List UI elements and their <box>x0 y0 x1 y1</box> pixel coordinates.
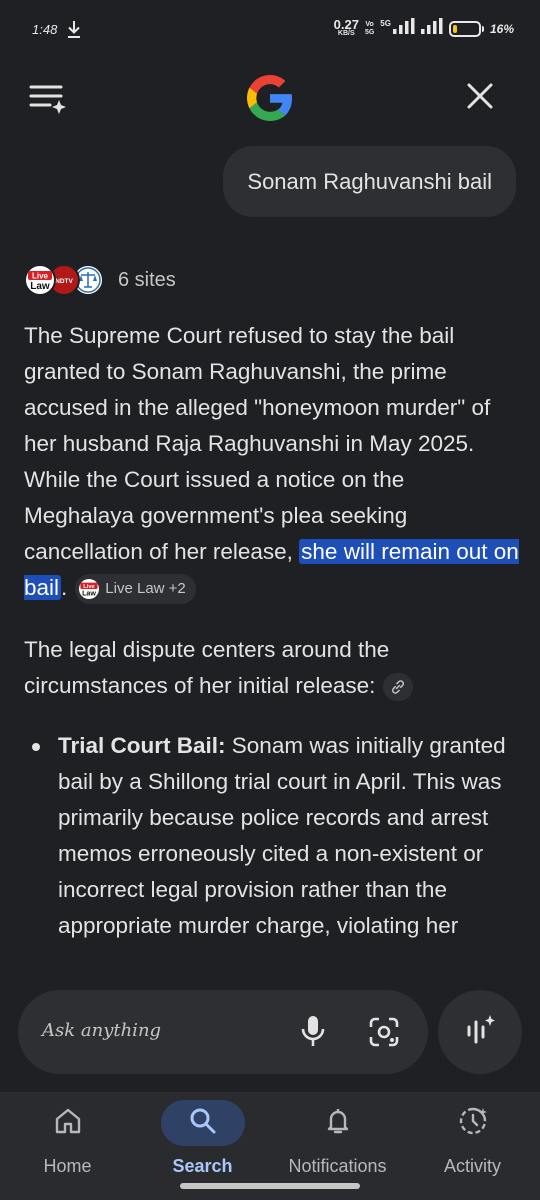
google-g-icon <box>247 75 293 126</box>
download-icon <box>66 19 82 44</box>
content-fade <box>0 940 540 980</box>
nav-search[interactable]: Search <box>135 1100 270 1190</box>
ai-answer: The Supreme Court refused to stay the ba… <box>24 318 520 944</box>
answer-paragraph-1: The Supreme Court refused to stay the ba… <box>24 318 520 606</box>
top-bar <box>0 62 540 134</box>
close-icon[interactable] <box>464 80 496 117</box>
citation-chip[interactable]: Live Law Live Law +2 <box>75 574 196 605</box>
ai-mode-button[interactable] <box>438 990 522 1074</box>
status-bar: 1:48 0.27 KB/S Vo 5G 5G 16% <box>0 0 540 62</box>
battery-icon <box>448 20 481 37</box>
svg-text:Live: Live <box>32 272 49 281</box>
user-query-bubble[interactable]: Sonam Raghuvanshi bail <box>223 146 516 217</box>
svg-text:NDTV: NDTV <box>55 278 73 285</box>
source-logo-livelaw: Live Law <box>24 264 56 296</box>
activity-icon <box>457 1105 489 1142</box>
signal-icon-2 <box>420 18 443 39</box>
signal-icon <box>392 18 415 39</box>
nav-activity[interactable]: Activity <box>405 1100 540 1190</box>
ask-input[interactable]: Ask anything <box>42 1020 161 1041</box>
home-indicator[interactable] <box>180 1183 360 1189</box>
answer-paragraph-2: The legal dispute centers around the cir… <box>24 632 520 704</box>
livelaw-logo-icon: Live Law <box>79 579 100 600</box>
menu-sparkle-icon[interactable] <box>28 80 68 119</box>
nav-home[interactable]: Home <box>0 1100 135 1190</box>
status-indicators: 0.27 KB/S Vo 5G 5G 16% <box>334 18 514 39</box>
svg-text:Law: Law <box>82 589 96 597</box>
ask-input-bar[interactable]: Ask anything <box>18 990 428 1074</box>
answer-bullet-list: Trial Court Bail: Sonam was initially gr… <box>24 728 520 944</box>
sources-row[interactable]: Live Law NDTV 6 sites <box>24 264 176 296</box>
search-icon <box>188 1106 218 1141</box>
home-icon <box>53 1106 83 1141</box>
sources-count: 6 sites <box>118 268 176 291</box>
app-root: 1:48 0.27 KB/S Vo 5G 5G 16% Sonam Raghuv… <box>0 0 540 1200</box>
status-time: 1:48 <box>32 22 58 37</box>
list-item: Trial Court Bail: Sonam was initially gr… <box>32 728 520 944</box>
volte-indicator: Vo 5G <box>364 20 375 36</box>
network-speed: 0.27 KB/S <box>333 16 359 37</box>
network-type: 5G <box>380 19 391 28</box>
battery-level <box>452 24 457 33</box>
voice-sparkle-icon <box>463 1013 497 1052</box>
link-icon[interactable] <box>383 673 414 702</box>
bell-icon <box>323 1106 353 1141</box>
nav-notifications[interactable]: Notifications <box>270 1100 405 1190</box>
lens-camera-icon[interactable] <box>368 1016 400 1053</box>
battery-tip <box>481 25 484 32</box>
mic-icon[interactable] <box>300 1014 326 1053</box>
battery-percent: 16% <box>489 21 514 36</box>
svg-text:Law: Law <box>30 281 50 292</box>
